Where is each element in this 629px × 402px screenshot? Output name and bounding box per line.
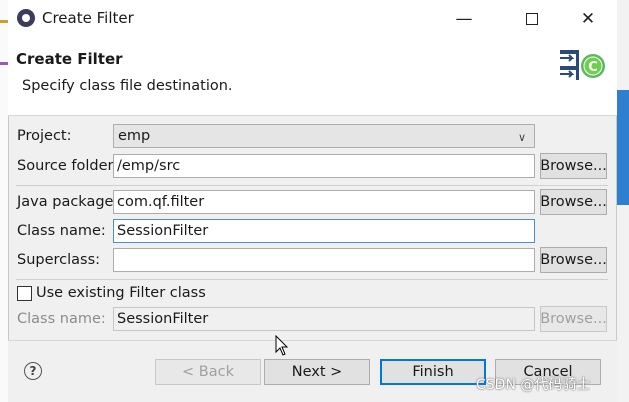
source-folder-input[interactable]: /emp/src	[113, 154, 535, 178]
superclass-browse-button[interactable]: Browse...	[540, 247, 607, 273]
project-label: Project:	[17, 128, 72, 144]
back-button[interactable]: < Back	[155, 359, 261, 385]
java-package-browse-button[interactable]: Browse...	[540, 189, 607, 215]
existing-class-name-input[interactable]: SessionFilter	[113, 307, 535, 331]
next-button[interactable]: Next >	[264, 359, 370, 385]
minimize-button[interactable]: —	[449, 6, 479, 32]
java-package-input[interactable]: com.qf.filter	[113, 190, 535, 214]
banner-description: Specify class file destination.	[22, 78, 233, 94]
source-folder-label: Source folder:	[17, 158, 119, 174]
background-editor-left	[0, 0, 8, 402]
project-value: emp	[118, 128, 151, 144]
close-icon: ✕	[580, 9, 596, 29]
separator	[16, 185, 608, 186]
editor-highlight	[0, 20, 8, 23]
java-package-label: Java package:	[17, 194, 119, 210]
maximize-icon	[526, 13, 538, 25]
chevron-down-icon: ∨	[517, 131, 526, 144]
help-icon[interactable]: ?	[24, 362, 42, 380]
background-right-accent	[617, 90, 629, 205]
existing-class-name-label: Class name:	[17, 311, 106, 327]
editor-highlight	[0, 62, 8, 65]
minimize-icon: —	[455, 9, 473, 29]
existing-class-browse-button[interactable]: Browse...	[540, 306, 607, 332]
svg-text:C: C	[588, 60, 598, 75]
new-class-wizard-icon: C	[556, 44, 608, 86]
superclass-label: Superclass:	[17, 252, 101, 268]
project-combo[interactable]: emp ∨	[113, 124, 535, 148]
eclipse-icon	[17, 9, 35, 27]
separator	[16, 279, 608, 280]
class-name-input[interactable]: SessionFilter	[113, 219, 535, 243]
use-existing-checkbox[interactable]	[17, 286, 32, 301]
use-existing-label: Use existing Filter class	[36, 285, 206, 301]
maximize-button[interactable]	[517, 6, 547, 32]
close-button[interactable]: ✕	[573, 6, 603, 32]
banner-title: Create Filter	[16, 50, 123, 68]
watermark: CSDN @代码骑士	[476, 377, 591, 393]
window-title: Create Filter	[42, 9, 134, 27]
class-name-label: Class name:	[17, 223, 106, 239]
mouse-cursor-icon	[275, 335, 289, 356]
source-folder-browse-button[interactable]: Browse...	[540, 153, 607, 179]
superclass-input[interactable]	[113, 248, 535, 272]
finish-button[interactable]: Finish	[380, 359, 486, 385]
